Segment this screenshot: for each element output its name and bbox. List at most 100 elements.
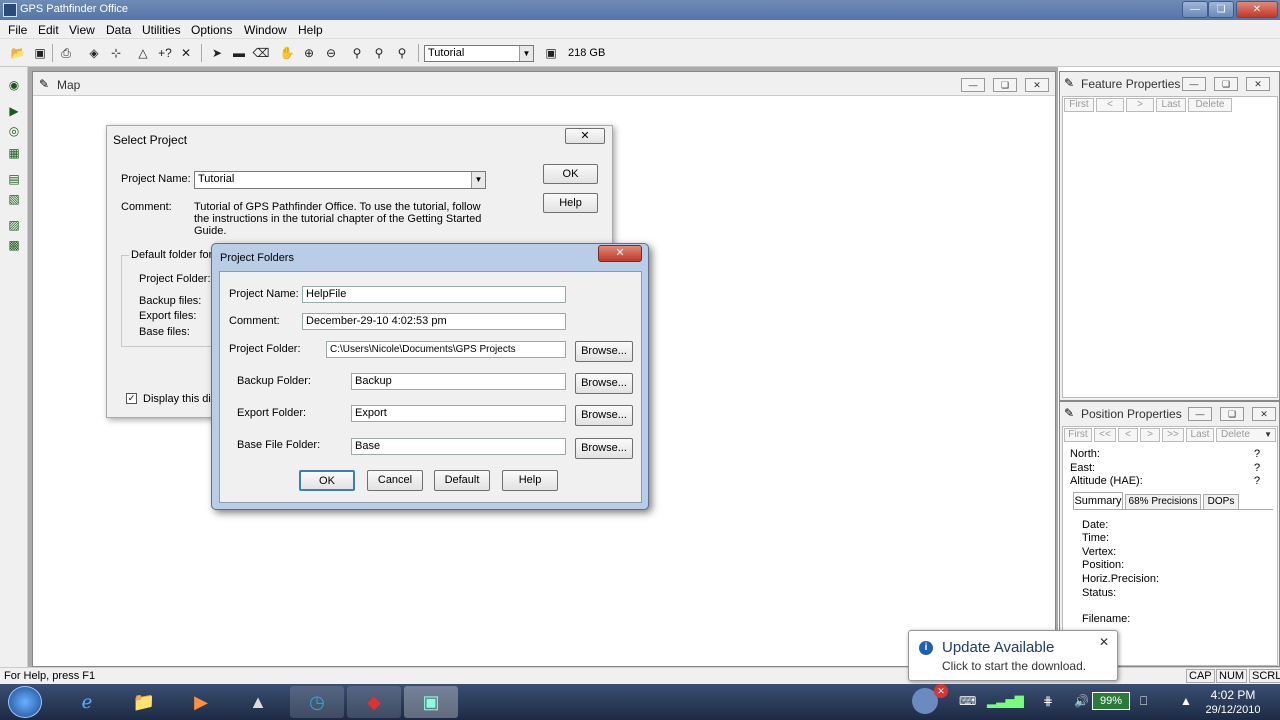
pp-last-button[interactable]: Last [1186, 428, 1214, 442]
pf-export-browse-button[interactable]: Browse... [575, 405, 633, 426]
symbology-icon[interactable]: ⊹ [107, 44, 125, 62]
edit-icon[interactable]: ▨ [5, 217, 23, 233]
print-icon[interactable]: ⎙ [57, 44, 75, 62]
save-icon[interactable]: ▣ [31, 44, 49, 62]
fp-next-button[interactable]: > [1126, 98, 1154, 112]
chevron-down-icon[interactable]: ▼ [471, 172, 485, 188]
pf-project-folder-browse-button[interactable]: Browse... [575, 341, 633, 362]
pp-close-button[interactable]: ✕ [1252, 407, 1276, 421]
select-arrow-icon[interactable]: ➤ [208, 44, 226, 62]
data-transfer-icon[interactable]: ▶ [5, 103, 23, 119]
fp-close-button[interactable]: ✕ [1246, 77, 1270, 91]
map-close-button[interactable]: ✕ [1025, 78, 1049, 92]
zoom-out-icon[interactable]: ⊖ [322, 44, 340, 62]
app-icon-taskbar[interactable]: ▲ [231, 686, 285, 718]
zoom-previous-icon[interactable]: ⚲ [370, 44, 388, 62]
pf-base-browse-button[interactable]: Browse... [575, 438, 633, 459]
skype-icon[interactable]: ◷ [290, 686, 344, 718]
pf-close-button[interactable]: ✕ [598, 245, 642, 262]
measure-icon[interactable]: ✕ [177, 44, 195, 62]
select-project-close-button[interactable]: ✕ [565, 128, 605, 144]
zoom-in-icon[interactable]: ⊕ [300, 44, 318, 62]
internet-explorer-icon[interactable]: ℯ [60, 686, 114, 718]
sp-ok-button[interactable]: OK [543, 164, 598, 184]
pan-hand-icon[interactable]: ✋ [278, 44, 296, 62]
menu-utilities[interactable]: Utilities [142, 23, 181, 37]
menu-window[interactable]: Window [244, 23, 287, 37]
pp-restore-button[interactable]: ❏ [1220, 407, 1244, 421]
pp-delete-button[interactable]: Delete ▼ [1216, 428, 1276, 442]
pp-minimize-button[interactable]: — [1188, 407, 1212, 421]
target-icon[interactable]: ◎ [5, 123, 23, 139]
pp-tab-precisions[interactable]: 68% Precisions [1125, 494, 1201, 510]
menu-data[interactable]: Data [106, 23, 131, 37]
gps-icon[interactable]: ◉ [5, 77, 23, 93]
show-hidden-icons[interactable]: ▲ [1180, 694, 1192, 708]
ruler-icon[interactable]: ▬ [230, 44, 248, 62]
pf-project-name-input[interactable]: HelpFile [302, 286, 566, 303]
fp-last-button[interactable]: Last [1156, 98, 1186, 112]
explorer-icon[interactable]: 📁 [117, 686, 171, 718]
close-button[interactable]: ✕ [1236, 1, 1278, 18]
eraser-icon[interactable]: ⌫ [252, 44, 270, 62]
pp-next-button[interactable]: > [1140, 428, 1160, 442]
export-icon[interactable]: ▧ [5, 191, 23, 207]
grid-icon[interactable]: ▤ [5, 171, 23, 187]
pathfinder-taskbar-icon[interactable]: ▣ [404, 686, 458, 718]
fp-prev-button[interactable]: < [1096, 98, 1124, 112]
pf-export-input[interactable]: Export [351, 405, 566, 422]
pp-last-vertex-button[interactable]: >> [1162, 428, 1184, 442]
pf-ok-button[interactable]: OK [299, 470, 355, 491]
chevron-down-icon[interactable]: ▼ [519, 46, 533, 61]
clock-date[interactable]: 29/12/2010 [1200, 704, 1266, 716]
pf-project-folder-input[interactable]: C:\Users\Nicole\Documents\GPS Projects [326, 341, 566, 358]
pf-comment-input[interactable]: December-29-10 4:02:53 pm [302, 313, 566, 330]
feature-icon[interactable]: △ [134, 44, 152, 62]
pp-tab-summary[interactable]: Summary [1073, 492, 1123, 510]
pf-backup-input[interactable]: Backup [351, 373, 566, 390]
layers-icon[interactable]: ◈ [85, 44, 103, 62]
power-icon[interactable]: ⎕ [1140, 694, 1147, 709]
differential-correction-icon[interactable]: ▦ [5, 145, 23, 161]
clock-time[interactable]: 4:02 PM [1206, 688, 1260, 702]
menu-options[interactable]: Options [191, 23, 232, 37]
start-button[interactable] [8, 686, 42, 718]
menu-edit[interactable]: Edit [38, 23, 59, 37]
open-icon[interactable]: 📂 [9, 44, 27, 62]
sp-help-button[interactable]: Help [543, 193, 598, 213]
menu-help[interactable]: Help [298, 23, 323, 37]
wireless-icon[interactable]: ⋕ [1043, 694, 1053, 708]
fp-minimize-button[interactable]: — [1182, 77, 1206, 91]
pf-base-input[interactable]: Base [351, 438, 566, 455]
update-notification[interactable]: i Update Available Click to start the do… [908, 630, 1118, 681]
data-dictionary-icon[interactable]: ▩ [5, 237, 23, 253]
menu-view[interactable]: View [69, 23, 95, 37]
media-player-icon[interactable]: ▶ [174, 686, 228, 718]
battery-indicator[interactable]: 99% [1092, 692, 1130, 710]
map-minimize-button[interactable]: — [961, 78, 985, 92]
pf-default-button[interactable]: Default [434, 470, 490, 491]
acrobat-icon[interactable]: ◆ [347, 686, 401, 718]
zoom-extent-icon[interactable]: ⚲ [348, 44, 366, 62]
query-icon[interactable]: +? [156, 44, 174, 62]
pp-tab-dops[interactable]: DOPs [1203, 494, 1239, 510]
pp-prev-button[interactable]: < [1118, 428, 1138, 442]
pp-first-vertex-button[interactable]: << [1094, 428, 1116, 442]
volume-icon[interactable]: 🔊 [1074, 694, 1089, 708]
map-restore-button[interactable]: ❏ [993, 78, 1017, 92]
signal-icon[interactable]: ▂▃▅▇ [987, 694, 1024, 708]
sp-display-checkbox[interactable]: ✓ [126, 393, 137, 404]
restore-button[interactable]: ❏ [1208, 1, 1234, 18]
pf-cancel-button[interactable]: Cancel [367, 470, 423, 491]
project-combo[interactable]: Tutorial ▼ [424, 45, 534, 62]
pf-help-button[interactable]: Help [502, 470, 558, 491]
keyboard-icon[interactable]: ⌨ [959, 694, 976, 708]
chevron-down-icon[interactable]: ▼ [1264, 429, 1272, 441]
pp-first-button[interactable]: First [1064, 428, 1092, 442]
notification-close-icon[interactable]: ✕ [1099, 635, 1109, 649]
menu-file[interactable]: File [8, 23, 27, 37]
pf-backup-browse-button[interactable]: Browse... [575, 373, 633, 394]
fp-delete-button[interactable]: Delete [1188, 98, 1232, 112]
zoom-scale-icon[interactable]: ⚲ [393, 44, 411, 62]
sp-project-name-combo[interactable]: Tutorial ▼ [194, 171, 486, 189]
